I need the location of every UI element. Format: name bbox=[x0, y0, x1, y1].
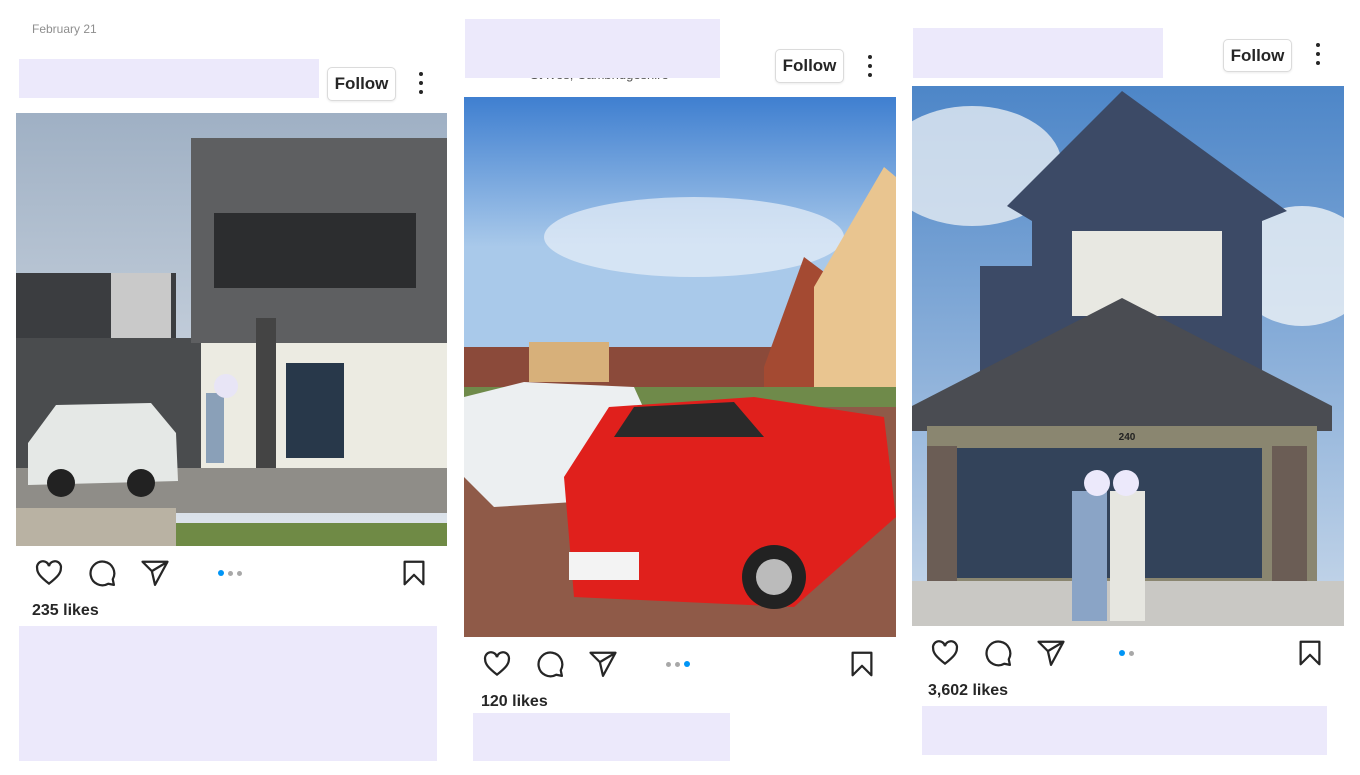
comment-icon[interactable] bbox=[983, 638, 1013, 668]
redacted-username bbox=[913, 28, 1163, 78]
carousel-indicator bbox=[1119, 650, 1134, 656]
bookmark-icon[interactable] bbox=[399, 558, 429, 588]
more-options-icon[interactable] bbox=[1315, 43, 1321, 65]
more-options-icon[interactable] bbox=[418, 72, 424, 94]
redacted-caption bbox=[19, 626, 437, 761]
post-photo[interactable]: 240 bbox=[912, 86, 1344, 626]
redacted-username bbox=[465, 19, 720, 78]
carousel-indicator bbox=[218, 570, 242, 576]
comment-icon[interactable] bbox=[535, 649, 565, 679]
redacted-username bbox=[19, 59, 319, 98]
likes-count[interactable]: 120 likes bbox=[481, 693, 548, 711]
house-number: 240 bbox=[1119, 432, 1136, 443]
heart-icon[interactable] bbox=[34, 558, 64, 588]
follow-button[interactable]: Follow bbox=[775, 49, 844, 83]
bookmark-icon[interactable] bbox=[1295, 638, 1325, 668]
comment-icon[interactable] bbox=[87, 558, 117, 588]
likes-count[interactable]: 235 likes bbox=[32, 602, 99, 620]
redacted-caption bbox=[922, 706, 1327, 755]
post-photo[interactable] bbox=[464, 97, 896, 637]
likes-count[interactable]: 3,602 likes bbox=[928, 682, 1008, 700]
redacted-caption bbox=[473, 713, 730, 761]
post-date: February 21 bbox=[32, 22, 97, 36]
more-options-icon[interactable] bbox=[867, 55, 873, 77]
follow-button[interactable]: Follow bbox=[1223, 39, 1292, 72]
share-icon[interactable] bbox=[588, 649, 618, 679]
carousel-indicator bbox=[666, 661, 690, 667]
bookmark-icon[interactable] bbox=[847, 649, 877, 679]
follow-button[interactable]: Follow bbox=[327, 67, 396, 101]
heart-icon[interactable] bbox=[482, 649, 512, 679]
heart-icon[interactable] bbox=[930, 638, 960, 668]
share-icon[interactable] bbox=[1036, 638, 1066, 668]
share-icon[interactable] bbox=[140, 558, 170, 588]
post-photo[interactable] bbox=[16, 113, 447, 546]
